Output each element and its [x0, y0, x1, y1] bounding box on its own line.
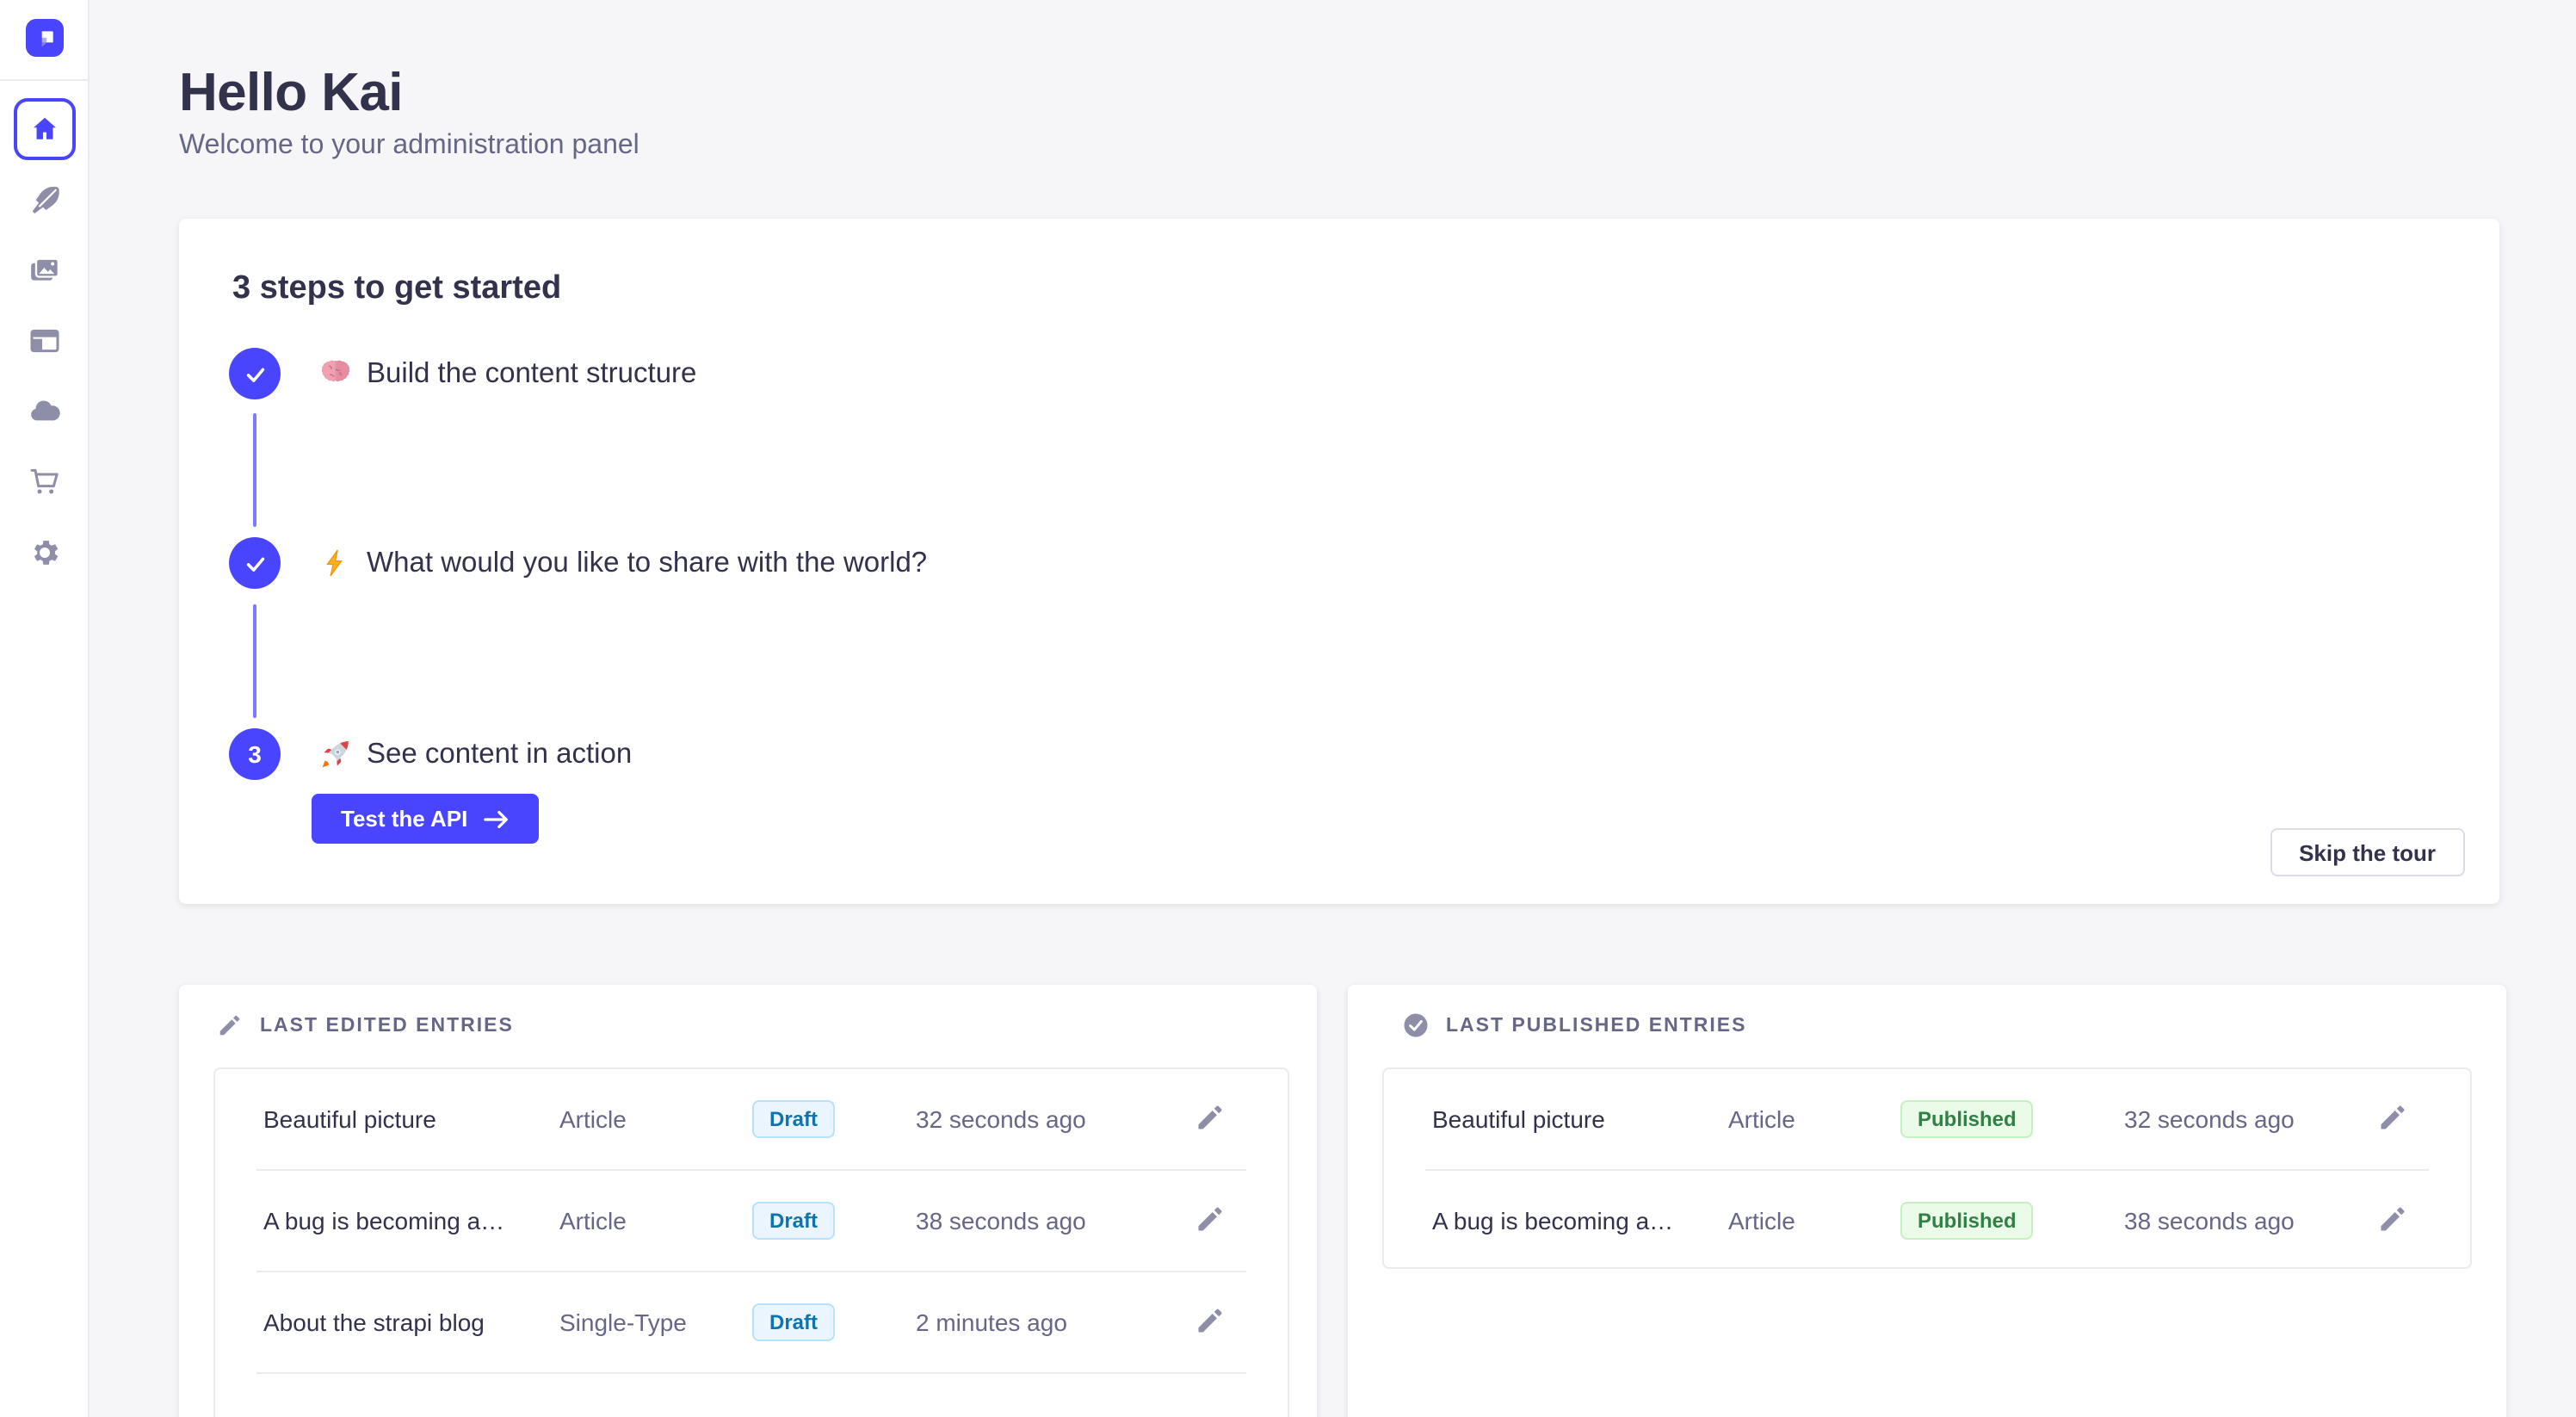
table-row[interactable]: About the strapi blog Single-Type Draft … — [215, 1272, 1288, 1372]
pencil-icon — [217, 1012, 243, 1038]
sidebar-item-home[interactable] — [14, 98, 76, 160]
entry-title: A bug is becoming a… — [263, 1207, 559, 1234]
entry-type: Article — [1728, 1105, 1900, 1133]
rocket-emoji — [318, 737, 353, 771]
last-published-header: LAST PUBLISHED ENTRIES — [1403, 1012, 1746, 1038]
status-badge: Published — [1900, 1100, 2034, 1138]
check-icon — [242, 361, 268, 387]
edit-pencil-icon[interactable] — [1195, 1305, 1229, 1340]
step-2-check-circle — [229, 537, 281, 589]
step-1-text: Build the content structure — [367, 357, 696, 390]
entry-type: Single-Type — [559, 1309, 752, 1336]
last-published-entries-card: LAST PUBLISHED ENTRIES Beautiful picture… — [1348, 985, 2506, 1417]
entry-time: 32 seconds ago — [2124, 1105, 2377, 1133]
entry-title: About the strapi blog — [263, 1309, 559, 1336]
last-published-title: LAST PUBLISHED ENTRIES — [1446, 1015, 1746, 1036]
entry-type: Article — [559, 1207, 752, 1234]
last-edited-title: LAST EDITED ENTRIES — [260, 1015, 514, 1036]
step-2-text: What would you like to share with the wo… — [367, 547, 927, 579]
last-edited-header: LAST EDITED ENTRIES — [217, 1012, 514, 1038]
step-connector — [253, 604, 256, 718]
step-1-check-circle — [229, 348, 281, 399]
skip-the-tour-button[interactable]: Skip the tour — [2270, 828, 2465, 876]
table-row[interactable]: A bug is becoming a… Article Published 3… — [1384, 1171, 2470, 1269]
step-3-label: See content in action — [318, 728, 632, 780]
entry-time: 38 seconds ago — [2124, 1207, 2377, 1234]
entry-type: Article — [1728, 1207, 1900, 1234]
edit-pencil-icon[interactable] — [2377, 1102, 2412, 1136]
content-manager-feather-icon — [28, 183, 62, 217]
cloud-icon — [28, 394, 62, 429]
sidebar-item-content-manager[interactable] — [28, 183, 62, 217]
edit-pencil-icon[interactable] — [1195, 1102, 1229, 1136]
step-1-label: Build the content structure — [318, 348, 696, 399]
sidebar — [0, 0, 90, 1417]
sidebar-item-marketplace[interactable] — [28, 465, 62, 499]
strapi-logo-icon — [34, 27, 56, 49]
table-row[interactable]: Beautiful picture Article Published 32 s… — [1384, 1069, 2470, 1169]
status-badge: Draft — [752, 1202, 835, 1240]
step-3-number: 3 — [248, 740, 262, 768]
strapi-admin-homepage: Hello Kai Welcome to your administration… — [0, 0, 2576, 1417]
sidebar-item-media-library[interactable] — [28, 253, 62, 288]
test-the-api-label: Test the API — [341, 806, 467, 832]
strapi-logo[interactable] — [26, 19, 64, 57]
lightning-emoji — [318, 546, 353, 580]
page-title: Hello Kai — [179, 62, 403, 124]
media-library-pictures-icon — [28, 253, 62, 288]
entry-title: A bug is becoming a… — [1432, 1207, 1728, 1234]
brain-emoji — [318, 356, 353, 391]
entry-title: Beautiful picture — [1432, 1105, 1728, 1133]
home-icon — [29, 114, 60, 145]
sidebar-divider — [0, 79, 90, 81]
onboarding-title: 3 steps to get started — [232, 270, 561, 308]
edit-pencil-icon[interactable] — [2377, 1204, 2412, 1238]
entry-title: Beautiful picture — [263, 1105, 559, 1133]
table-row[interactable]: A bug is becoming a… Article Draft 38 se… — [215, 1171, 1288, 1271]
entry-type: Article — [559, 1105, 752, 1133]
edit-pencil-icon[interactable] — [1195, 1204, 1229, 1238]
table-row[interactable]: Beautiful picture Article Draft 32 secon… — [215, 1069, 1288, 1169]
row-divider — [256, 1372, 1246, 1374]
step-connector — [253, 413, 256, 527]
page-subtitle: Welcome to your administration panel — [179, 131, 639, 162]
sidebar-item-cloud[interactable] — [28, 394, 62, 429]
step-3-text: See content in action — [367, 738, 632, 770]
entry-time: 2 minutes ago — [916, 1309, 1195, 1336]
entry-time: 38 seconds ago — [916, 1207, 1195, 1234]
marketplace-cart-icon — [28, 465, 62, 499]
sidebar-item-settings[interactable] — [28, 535, 62, 570]
test-the-api-button[interactable]: Test the API — [312, 794, 538, 844]
settings-gear-icon — [28, 535, 62, 570]
status-badge: Draft — [752, 1303, 835, 1341]
content-type-builder-layout-icon — [28, 324, 62, 358]
last-edited-entries-card: LAST EDITED ENTRIES Beautiful picture Ar… — [179, 985, 1317, 1417]
last-published-table: Beautiful picture Article Published 32 s… — [1382, 1067, 2472, 1269]
check-icon — [242, 550, 268, 576]
sidebar-item-content-type-builder[interactable] — [28, 324, 62, 358]
entry-time: 32 seconds ago — [916, 1105, 1195, 1133]
step-3-number-circle: 3 — [229, 728, 281, 780]
status-badge: Draft — [752, 1100, 835, 1138]
onboarding-card: 3 steps to get started Build the content… — [179, 219, 2499, 904]
last-edited-table: Beautiful picture Article Draft 32 secon… — [213, 1067, 1289, 1417]
step-2-label: What would you like to share with the wo… — [318, 537, 927, 589]
status-badge: Published — [1900, 1202, 2034, 1240]
check-circle-icon — [1403, 1012, 1429, 1038]
arrow-right-icon — [483, 808, 509, 829]
